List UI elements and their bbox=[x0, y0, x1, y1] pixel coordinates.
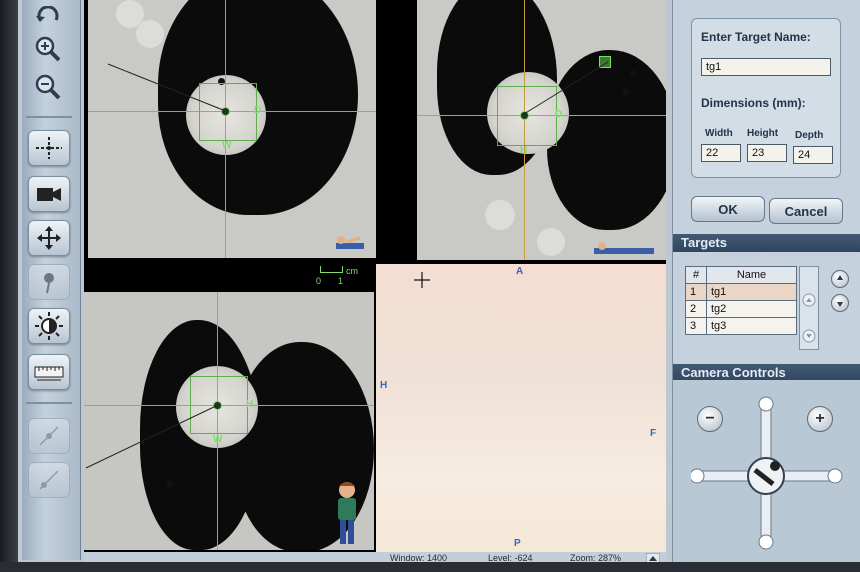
vessel bbox=[537, 228, 565, 256]
row-num: 1 bbox=[685, 283, 707, 301]
camera-icon[interactable] bbox=[28, 176, 70, 212]
target-name-label: Enter Target Name: bbox=[701, 30, 811, 44]
target-name-input[interactable]: tg1 bbox=[701, 58, 831, 76]
col-name-header: Name bbox=[706, 266, 797, 284]
move-up-button[interactable] bbox=[831, 270, 849, 288]
height-input[interactable]: 23 bbox=[747, 144, 787, 162]
pan-icon[interactable] bbox=[28, 220, 70, 256]
axial-view[interactable]: D W bbox=[88, 0, 376, 258]
row-name: tg2 bbox=[706, 300, 797, 318]
sagittal-view[interactable]: D H bbox=[417, 0, 666, 260]
endo-label-right: F bbox=[650, 428, 657, 439]
ok-button[interactable]: OK bbox=[691, 196, 765, 222]
depth-input[interactable]: 24 bbox=[793, 146, 833, 164]
marker-dot bbox=[166, 480, 173, 487]
patient-orientation-icon bbox=[336, 236, 364, 249]
targets-table: # Name 1 tg1 2 tg2 3 tg3 bbox=[685, 266, 797, 335]
trajectory-line bbox=[107, 63, 224, 111]
width-label: Width bbox=[705, 128, 733, 139]
table-row[interactable]: 3 tg3 bbox=[685, 317, 797, 335]
arrow-down-icon bbox=[837, 302, 843, 307]
toolbar-divider bbox=[26, 116, 72, 118]
camera-controls: − + bbox=[673, 380, 860, 562]
toolbar-divider bbox=[26, 402, 72, 404]
camera-title: Camera Controls bbox=[681, 365, 786, 380]
move-down-button[interactable] bbox=[831, 294, 849, 312]
right-panel: Enter Target Name: tg1 Dimensions (mm): … bbox=[672, 0, 860, 562]
patient-orientation-icon bbox=[594, 242, 654, 254]
mouse-cursor bbox=[414, 272, 430, 288]
monitor-bezel bbox=[0, 0, 18, 572]
line-tool-icon[interactable] bbox=[28, 462, 70, 498]
dimensions-label: Dimensions (mm): bbox=[701, 96, 806, 110]
scale-unit: cm bbox=[346, 266, 358, 276]
zoom-out-icon[interactable] bbox=[28, 70, 68, 104]
sagittal-label-h: H bbox=[520, 145, 528, 156]
marker-dot bbox=[630, 70, 637, 77]
patient-figure-icon bbox=[338, 482, 356, 544]
endo-label-top: A bbox=[516, 266, 524, 277]
ruler-icon[interactable] bbox=[28, 354, 70, 390]
height-label: Height bbox=[747, 128, 779, 139]
table-row[interactable]: 1 tg1 bbox=[685, 283, 797, 301]
row-name: tg3 bbox=[706, 317, 797, 335]
axial-label-d: D bbox=[254, 105, 262, 116]
trajectory-line bbox=[523, 61, 609, 115]
table-row[interactable]: 2 tg2 bbox=[685, 300, 797, 318]
chevron-up-icon[interactable] bbox=[802, 293, 816, 307]
row-num: 3 bbox=[685, 317, 707, 335]
zoom-in-button[interactable]: + bbox=[807, 406, 833, 432]
width-input[interactable]: 22 bbox=[701, 144, 741, 162]
trajectory-line bbox=[85, 405, 217, 469]
scale-zero: 0 bbox=[316, 276, 322, 286]
targets-title: Targets bbox=[681, 235, 727, 250]
axial-label-w: W bbox=[222, 140, 232, 151]
arrow-up-icon bbox=[837, 275, 843, 280]
depth-label: Depth bbox=[795, 130, 824, 141]
virtual-endoscopy-view[interactable]: A H F P bbox=[376, 264, 666, 552]
viewport-grid: D W D H H W cm 0 1 A H F P bbox=[84, 0, 666, 555]
coronal-label-h: H bbox=[246, 399, 254, 410]
probe-icon[interactable] bbox=[28, 264, 70, 300]
endo-label-left: H bbox=[380, 380, 388, 391]
row-num: 2 bbox=[685, 300, 707, 318]
brightness-icon[interactable] bbox=[28, 308, 70, 344]
targets-scrollbar[interactable] bbox=[799, 266, 819, 350]
zoom-in-icon[interactable] bbox=[28, 32, 68, 66]
marker-dot bbox=[622, 88, 629, 95]
monitor-bezel-bottom bbox=[0, 562, 860, 572]
row-name: tg1 bbox=[706, 283, 797, 301]
endo-label-bottom: P bbox=[514, 538, 521, 549]
vessel bbox=[485, 200, 515, 230]
left-toolbar bbox=[22, 0, 81, 560]
cancel-button[interactable]: Cancel bbox=[769, 198, 843, 224]
point-tool-icon[interactable] bbox=[28, 418, 70, 454]
crosshair-icon[interactable] bbox=[28, 130, 70, 166]
zoom-out-button[interactable]: − bbox=[697, 406, 723, 432]
coronal-view[interactable]: H W cm 0 1 bbox=[84, 262, 374, 550]
scale-one: 1 bbox=[338, 276, 344, 286]
col-num-header: # bbox=[685, 266, 707, 284]
chevron-down-icon[interactable] bbox=[802, 329, 816, 343]
targets-header: Targets bbox=[673, 234, 860, 252]
undo-icon[interactable] bbox=[28, 0, 68, 34]
